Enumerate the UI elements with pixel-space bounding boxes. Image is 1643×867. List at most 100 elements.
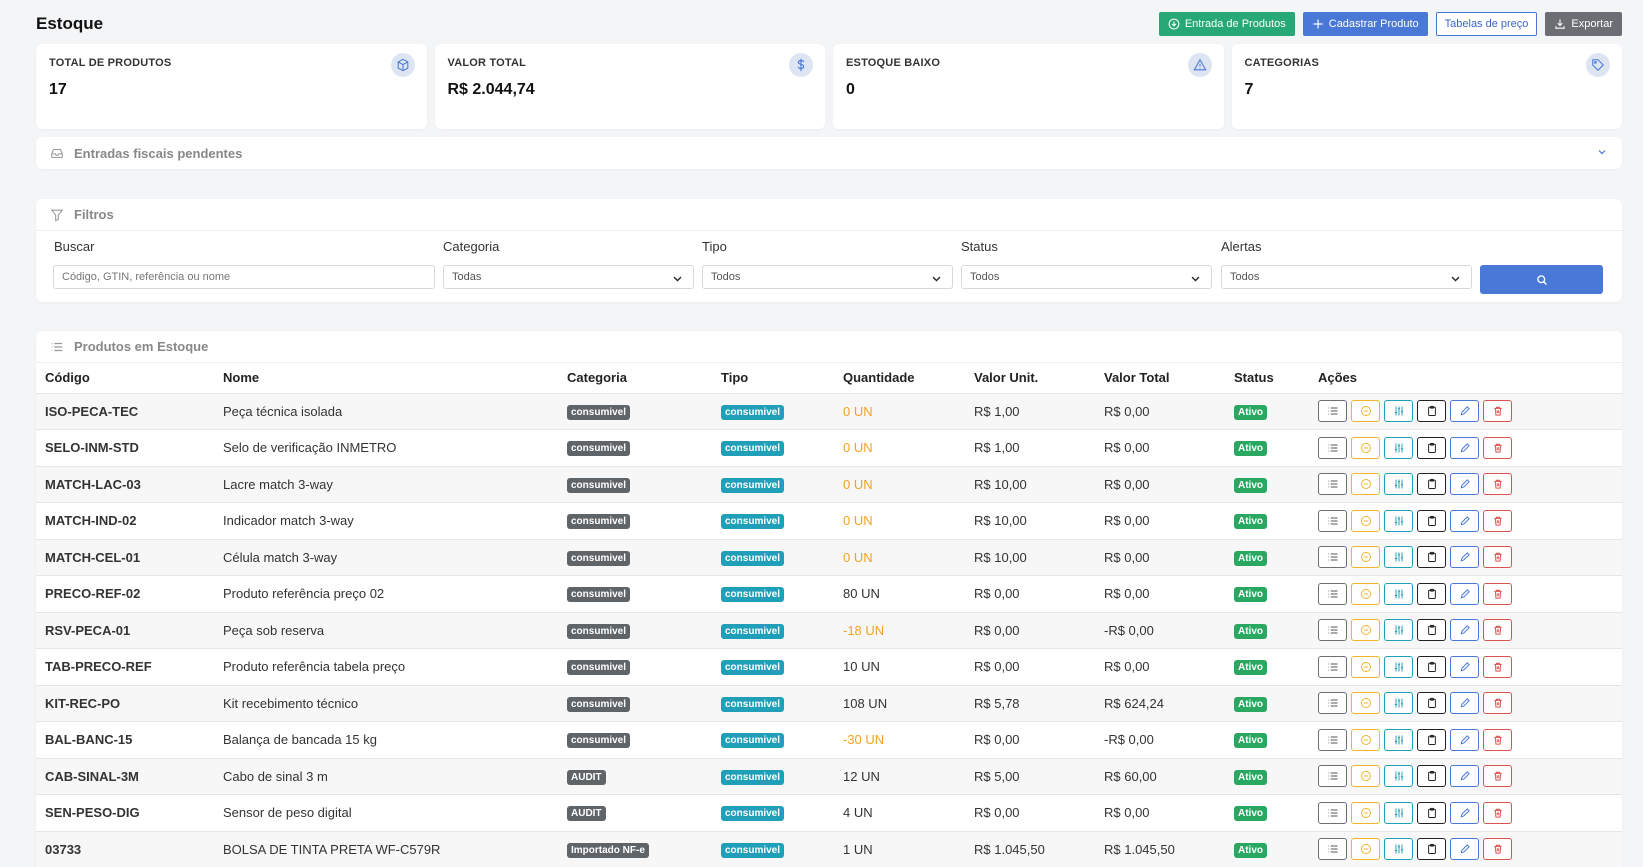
edit-button[interactable] [1450,619,1479,642]
chevron-down-icon[interactable] [1596,146,1608,158]
edit-button[interactable] [1450,509,1479,532]
clipboard-button[interactable] [1417,692,1446,715]
delete-button[interactable] [1483,765,1512,788]
pending-entries-panel[interactable]: Entradas fiscais pendentes [36,137,1622,169]
reduce-stock-button[interactable] [1351,546,1380,569]
clipboard-button[interactable] [1417,400,1446,423]
details-button[interactable] [1318,473,1347,496]
edit-button[interactable] [1450,436,1479,459]
details-button[interactable] [1318,546,1347,569]
clipboard-button[interactable] [1417,546,1446,569]
details-button[interactable] [1318,765,1347,788]
adjust-stock-button[interactable] [1384,546,1413,569]
details-button[interactable] [1318,400,1347,423]
edit-button[interactable] [1450,838,1479,861]
reduce-stock-button[interactable] [1351,619,1380,642]
adjust-stock-button[interactable] [1384,509,1413,532]
edit-button[interactable] [1450,400,1479,423]
details-button[interactable] [1318,692,1347,715]
adjust-stock-button[interactable] [1384,838,1413,861]
reduce-stock-button[interactable] [1351,436,1380,459]
reduce-stock-button[interactable] [1351,801,1380,824]
delete-button[interactable] [1483,436,1512,459]
categoria-select[interactable]: Todas [443,265,694,289]
clipboard-button[interactable] [1417,801,1446,824]
reduce-stock-button[interactable] [1351,509,1380,532]
reduce-stock-button[interactable] [1351,473,1380,496]
details-button[interactable] [1318,801,1347,824]
filters-panel: Filtros Buscar Código, GTIN, referência … [36,199,1622,302]
delete-button[interactable] [1483,655,1512,678]
type-badge: consumivel [721,806,785,822]
product-actions [1309,794,1622,832]
details-button[interactable] [1318,655,1347,678]
search-input[interactable]: Código, GTIN, referência ou nome [53,265,435,289]
edit-button[interactable] [1450,728,1479,751]
edit-button[interactable] [1450,765,1479,788]
details-button[interactable] [1318,728,1347,751]
reduce-stock-button[interactable] [1351,765,1380,788]
delete-button[interactable] [1483,619,1512,642]
reduce-stock-button[interactable] [1351,838,1380,861]
delete-button[interactable] [1483,546,1512,569]
table-row: 03733 BOLSA DE TINTA PRETA WF-C579R Impo… [36,831,1622,867]
delete-button[interactable] [1483,400,1512,423]
details-button[interactable] [1318,582,1347,605]
delete-button[interactable] [1483,838,1512,861]
details-button[interactable] [1318,619,1347,642]
clipboard-button[interactable] [1417,473,1446,496]
reduce-stock-button[interactable] [1351,582,1380,605]
tipo-select[interactable]: Todos [702,265,953,289]
product-type-cell: consumivel [712,721,834,759]
adjust-stock-button[interactable] [1384,728,1413,751]
table-row: SEN-PESO-DIG Sensor de peso digital AUDI… [36,794,1622,832]
tabelas-preco-button[interactable]: Tabelas de preço [1435,12,1538,36]
reduce-stock-button[interactable] [1351,655,1380,678]
clipboard-button[interactable] [1417,765,1446,788]
clipboard-button[interactable] [1417,838,1446,861]
adjust-stock-button[interactable] [1384,400,1413,423]
delete-button[interactable] [1483,692,1512,715]
adjust-stock-button[interactable] [1384,655,1413,678]
product-name: Sensor de peso digital [214,794,558,832]
adjust-stock-button[interactable] [1384,801,1413,824]
details-button[interactable] [1318,838,1347,861]
clipboard-button[interactable] [1417,728,1446,751]
adjust-stock-button[interactable] [1384,473,1413,496]
adjust-stock-button[interactable] [1384,436,1413,459]
adjust-stock-button[interactable] [1384,619,1413,642]
entrada-produtos-button[interactable]: Entrada de Produtos [1158,12,1295,36]
reduce-stock-button[interactable] [1351,728,1380,751]
delete-button[interactable] [1483,801,1512,824]
adjust-stock-button[interactable] [1384,582,1413,605]
delete-button[interactable] [1483,473,1512,496]
adjust-stock-button[interactable] [1384,765,1413,788]
details-button[interactable] [1318,436,1347,459]
clipboard-button[interactable] [1417,509,1446,532]
cadastrar-produto-button[interactable]: Cadastrar Produto [1302,12,1428,36]
status-select[interactable]: Todos [961,265,1212,289]
edit-button[interactable] [1450,655,1479,678]
delete-button[interactable] [1483,582,1512,605]
sliders-icon [1394,771,1403,781]
edit-button[interactable] [1450,801,1479,824]
search-button[interactable] [1480,265,1603,294]
reduce-stock-button[interactable] [1351,400,1380,423]
clipboard-button[interactable] [1417,619,1446,642]
edit-button[interactable] [1450,692,1479,715]
alertas-select[interactable]: Todos [1221,265,1472,289]
edit-button[interactable] [1450,582,1479,605]
exportar-button[interactable]: Exportar [1545,12,1622,36]
edit-button[interactable] [1450,546,1479,569]
clipboard-button[interactable] [1417,582,1446,605]
delete-button[interactable] [1483,728,1512,751]
edit-button[interactable] [1450,473,1479,496]
delete-button[interactable] [1483,509,1512,532]
details-button[interactable] [1318,509,1347,532]
reduce-stock-button[interactable] [1351,692,1380,715]
product-total-value: R$ 0,00 [1095,575,1225,613]
clipboard-button[interactable] [1417,436,1446,459]
pending-entries-header[interactable]: Entradas fiscais pendentes [36,137,1622,169]
adjust-stock-button[interactable] [1384,692,1413,715]
clipboard-button[interactable] [1417,655,1446,678]
